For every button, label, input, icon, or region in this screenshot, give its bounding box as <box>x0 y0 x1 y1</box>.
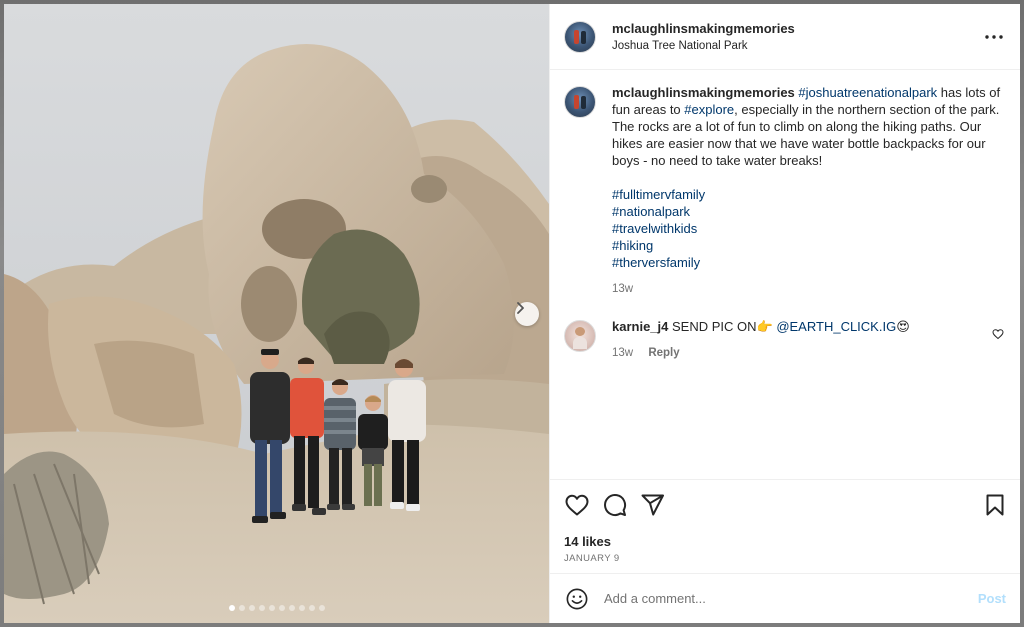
bookmark-icon <box>986 494 1004 516</box>
more-options-button[interactable] <box>982 25 1006 49</box>
comment-text: SEND PIC ON👉 <box>668 319 777 334</box>
commenter-username[interactable]: karnie_j4 <box>612 319 668 334</box>
smiley-icon <box>566 588 588 609</box>
comment-time[interactable]: 13w <box>612 347 633 359</box>
post-comment-button[interactable]: Post <box>978 591 1006 606</box>
carousel-dot <box>318 605 325 611</box>
hashtag-link[interactable]: #hiking <box>612 237 1004 254</box>
reply-button[interactable]: Reply <box>648 347 679 359</box>
likes-count[interactable]: 14 likes <box>564 534 1008 549</box>
post-photo[interactable] <box>4 4 549 623</box>
comment-item: karnie_j4 SEND PIC ON👉 @EARTH_CLICK.IG😍 … <box>564 318 1004 362</box>
comment-meta: 13w Reply <box>612 345 984 362</box>
caption-text-0[interactable]: #joshuatreenationalpark <box>798 85 937 100</box>
post-location[interactable]: Joshua Tree National Park <box>612 40 982 52</box>
post-date[interactable]: JANUARY 9 <box>564 553 1008 564</box>
carousel-next-button[interactable] <box>515 302 539 326</box>
emoji-button[interactable] <box>564 586 590 612</box>
share-button[interactable] <box>640 492 666 518</box>
post-header: mclaughlinsmakingmemories Joshua Tree Na… <box>550 4 1020 70</box>
carousel-dot <box>308 605 315 611</box>
carousel-dot <box>268 605 275 611</box>
author-avatar[interactable] <box>564 20 596 53</box>
carousel-dot <box>298 605 305 611</box>
more-horizontal-icon <box>985 34 1003 39</box>
carousel-dot <box>258 605 265 611</box>
caption-username[interactable]: mclaughlinsmakingmemories <box>612 85 795 100</box>
caption-body: mclaughlinsmakingmemories #joshuatreenat… <box>612 84 1004 298</box>
comment-emoji: 😍 <box>896 319 910 334</box>
commenter-avatar[interactable] <box>564 320 596 352</box>
hashtag-link[interactable]: #nationalpark <box>612 203 1004 220</box>
carousel-dot <box>228 605 235 611</box>
post-modal: mclaughlinsmakingmemories Joshua Tree Na… <box>4 4 1020 623</box>
comment-input[interactable] <box>602 590 978 607</box>
comment-bubble-icon <box>604 494 627 516</box>
like-button[interactable] <box>564 492 590 518</box>
author-info: mclaughlinsmakingmemories Joshua Tree Na… <box>612 21 982 52</box>
paper-plane-icon <box>641 494 664 516</box>
comment-like-heart-icon[interactable] <box>992 328 1004 340</box>
caption-author-avatar[interactable] <box>564 86 596 118</box>
carousel-dot <box>248 605 255 611</box>
comment-button[interactable] <box>602 492 628 518</box>
post-actions-section: 14 likes JANUARY 9 <box>550 479 1020 573</box>
hashtag-link[interactable]: #fulltimervfamily <box>612 186 1004 203</box>
hashtag-link[interactable]: #therversfamily <box>612 254 1004 271</box>
save-button[interactable] <box>982 492 1008 518</box>
comment-mention[interactable]: @EARTH_CLICK.IG <box>776 319 896 334</box>
caption-text-2[interactable]: #explore <box>684 102 734 117</box>
comment-composer: Post <box>550 573 1020 623</box>
carousel-indicator <box>4 605 549 611</box>
comments-list[interactable]: mclaughlinsmakingmemories #joshuatreenat… <box>550 70 1020 479</box>
carousel-dot <box>278 605 285 611</box>
comment-body: karnie_j4 SEND PIC ON👉 @EARTH_CLICK.IG😍 … <box>612 318 984 362</box>
heart-outline-icon <box>565 494 589 516</box>
chevron-right-icon <box>517 302 524 314</box>
caption-meta: 13w <box>612 281 1004 298</box>
post-side-panel: mclaughlinsmakingmemories Joshua Tree Na… <box>549 4 1020 623</box>
hashtag-link[interactable]: #travelwithkids <box>612 220 1004 237</box>
caption-time[interactable]: 13w <box>612 283 633 295</box>
photo-illustration <box>4 4 549 623</box>
caption: mclaughlinsmakingmemories #joshuatreenat… <box>564 84 1004 298</box>
caption-hashtags: #fulltimervfamily #nationalpark #travelw… <box>612 186 1004 271</box>
action-bar <box>564 492 1008 518</box>
carousel-dot <box>288 605 295 611</box>
author-username[interactable]: mclaughlinsmakingmemories <box>612 21 982 36</box>
carousel-dot <box>238 605 245 611</box>
